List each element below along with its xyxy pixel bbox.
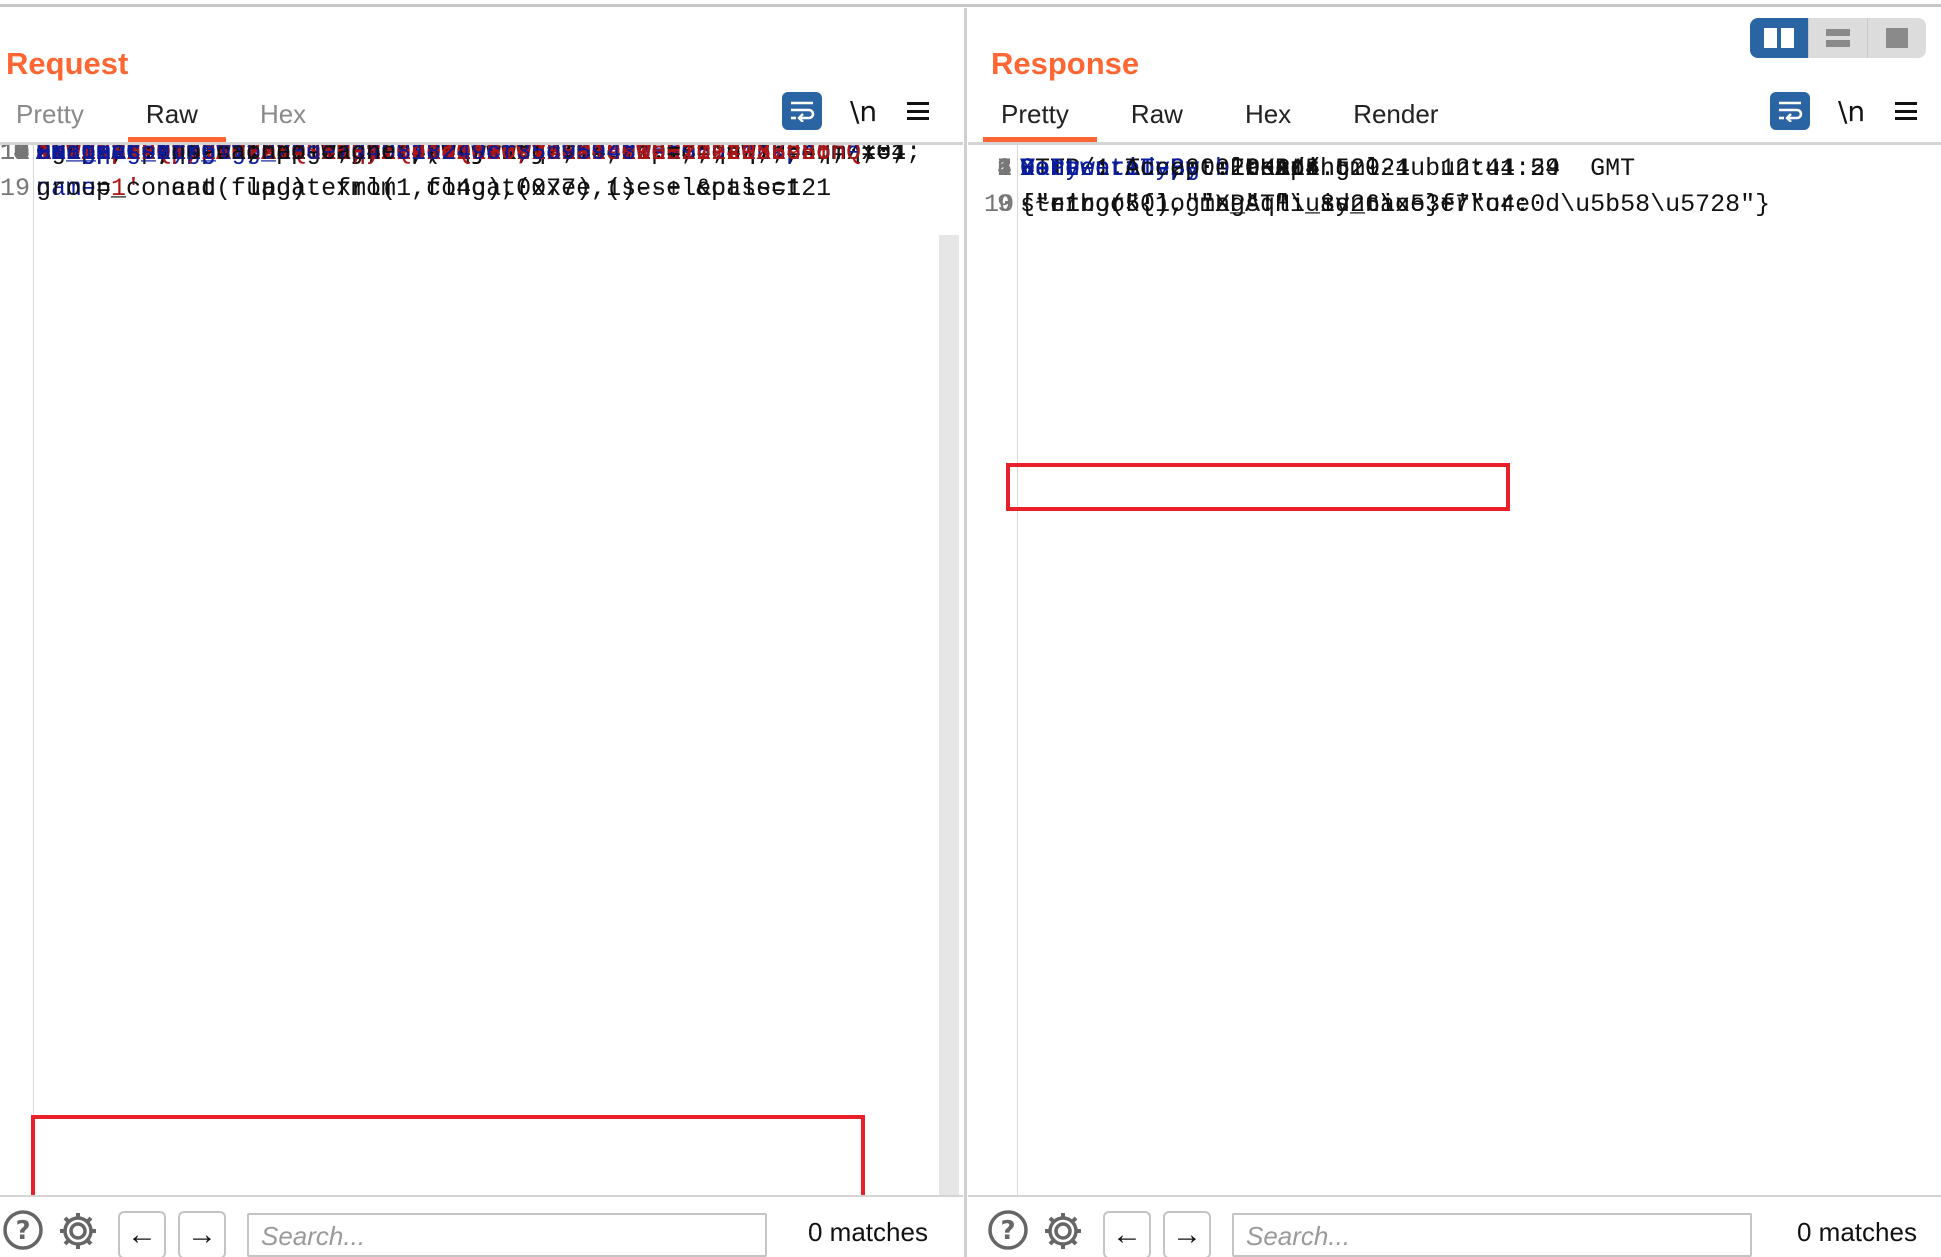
- request-editor[interactable]: 3 User-Agent : Mozilla/5.0 (Windows NT 10…: [0, 145, 963, 1197]
- response-search-bar: ? ← → Search... 0 matches: [968, 1195, 1941, 1257]
- response-tab-pretty[interactable]: Pretty: [983, 94, 1097, 142]
- text-segment: group_concat(flag) from fl4g),0x7e),1)--…: [36, 174, 832, 203]
- svg-text:?: ?: [15, 1216, 30, 1246]
- request-search-bar: ? ← → Search... 0 matches: [0, 1195, 963, 1257]
- request-tab-raw[interactable]: Raw: [127, 94, 226, 142]
- line-text: {"error":1,"msg":"\u8d26\u53f7\u4e0d\u5b…: [1020, 187, 1770, 223]
- line-text: group_concat(flag) from fl4g),0x7e),1)--…: [36, 171, 831, 207]
- show-newlines-icon[interactable]: \n: [1838, 95, 1865, 128]
- request-tab-hex[interactable]: Hex: [260, 94, 306, 142]
- line-number: 10: [984, 190, 1015, 219]
- request-pane: Request Pretty Raw Hex \n 3 User-Agent : …: [0, 8, 963, 1257]
- line-number-gutter: [33, 145, 34, 1197]
- word-wrap-icon[interactable]: [782, 92, 822, 130]
- response-editor[interactable]: 1 HTTP/1.1 200 OK 2 Date : Tue, 02 Apr 2024…: [968, 145, 1941, 1197]
- side-by-side-layout-button[interactable]: [1750, 18, 1808, 58]
- request-tab-pretty[interactable]: Pretty: [16, 94, 84, 142]
- line-number: 19: [0, 174, 31, 203]
- response-tab-render[interactable]: Render: [1353, 94, 1438, 142]
- hamburger-menu-icon[interactable]: [907, 102, 930, 120]
- response-pane: Response Pretty Raw Hex Render \n 1 HTTP/…: [968, 8, 1941, 1257]
- word-wrap-icon[interactable]: [1770, 92, 1810, 130]
- hamburger-menu-icon[interactable]: [1895, 102, 1918, 120]
- layout-toggle: [1750, 18, 1926, 58]
- single-pane-layout-button[interactable]: [1867, 18, 1926, 58]
- response-tab-raw[interactable]: Raw: [1131, 94, 1183, 142]
- request-tabs: Pretty Raw Hex: [0, 94, 306, 144]
- response-match-count: 0 matches: [1797, 1217, 1917, 1247]
- line-number: 8: [996, 154, 1012, 183]
- response-search-input[interactable]: Search...: [1232, 1213, 1752, 1257]
- response-toolbar: \n: [1770, 92, 1918, 130]
- search-previous-button[interactable]: ←: [118, 1211, 166, 1257]
- help-icon[interactable]: ?: [2, 1209, 44, 1256]
- request-code-line[interactable]: 18: [0, 145, 933, 171]
- highlight-box-payload: [31, 1115, 865, 1197]
- response-code-line[interactable]: 8: [984, 151, 1921, 187]
- response-tab-hex[interactable]: Hex: [1245, 94, 1291, 142]
- request-toolbar: \n: [782, 92, 930, 130]
- pane-splitter[interactable]: [964, 8, 967, 1257]
- search-next-button[interactable]: →: [178, 1211, 226, 1257]
- line-number-gutter: [1017, 145, 1018, 1197]
- highlight-box-flag: [1006, 463, 1510, 511]
- search-previous-button[interactable]: ←: [1103, 1211, 1151, 1257]
- settings-gear-icon[interactable]: [1041, 1209, 1085, 1257]
- help-icon[interactable]: ?: [987, 1209, 1029, 1256]
- show-newlines-icon[interactable]: \n: [850, 95, 877, 128]
- text-segment: {"error":1,"msg":"\u8d26\u53f7\u4e0d\u5b…: [1020, 190, 1771, 219]
- request-title: Request: [6, 46, 129, 81]
- response-tabs: Pretty Raw Hex Render: [968, 94, 1438, 144]
- settings-gear-icon[interactable]: [56, 1209, 100, 1257]
- search-next-button[interactable]: →: [1163, 1211, 1211, 1257]
- request-search-input[interactable]: Search...: [247, 1213, 767, 1257]
- request-lines: 3 User-Agent : Mozilla/5.0 (Windows NT 10…: [0, 145, 933, 203]
- request-scrollbar[interactable]: [939, 235, 959, 1197]
- window-top-border: [0, 4, 1941, 7]
- response-lines: 1 HTTP/1.1 200 OK 2 Date : Tue, 02 Apr 2024…: [984, 151, 1921, 219]
- stacked-layout-button[interactable]: [1808, 18, 1867, 58]
- response-title: Response: [991, 46, 1140, 81]
- svg-text:?: ?: [1000, 1216, 1015, 1246]
- line-number: 18: [0, 145, 31, 167]
- request-match-count: 0 matches: [808, 1217, 928, 1247]
